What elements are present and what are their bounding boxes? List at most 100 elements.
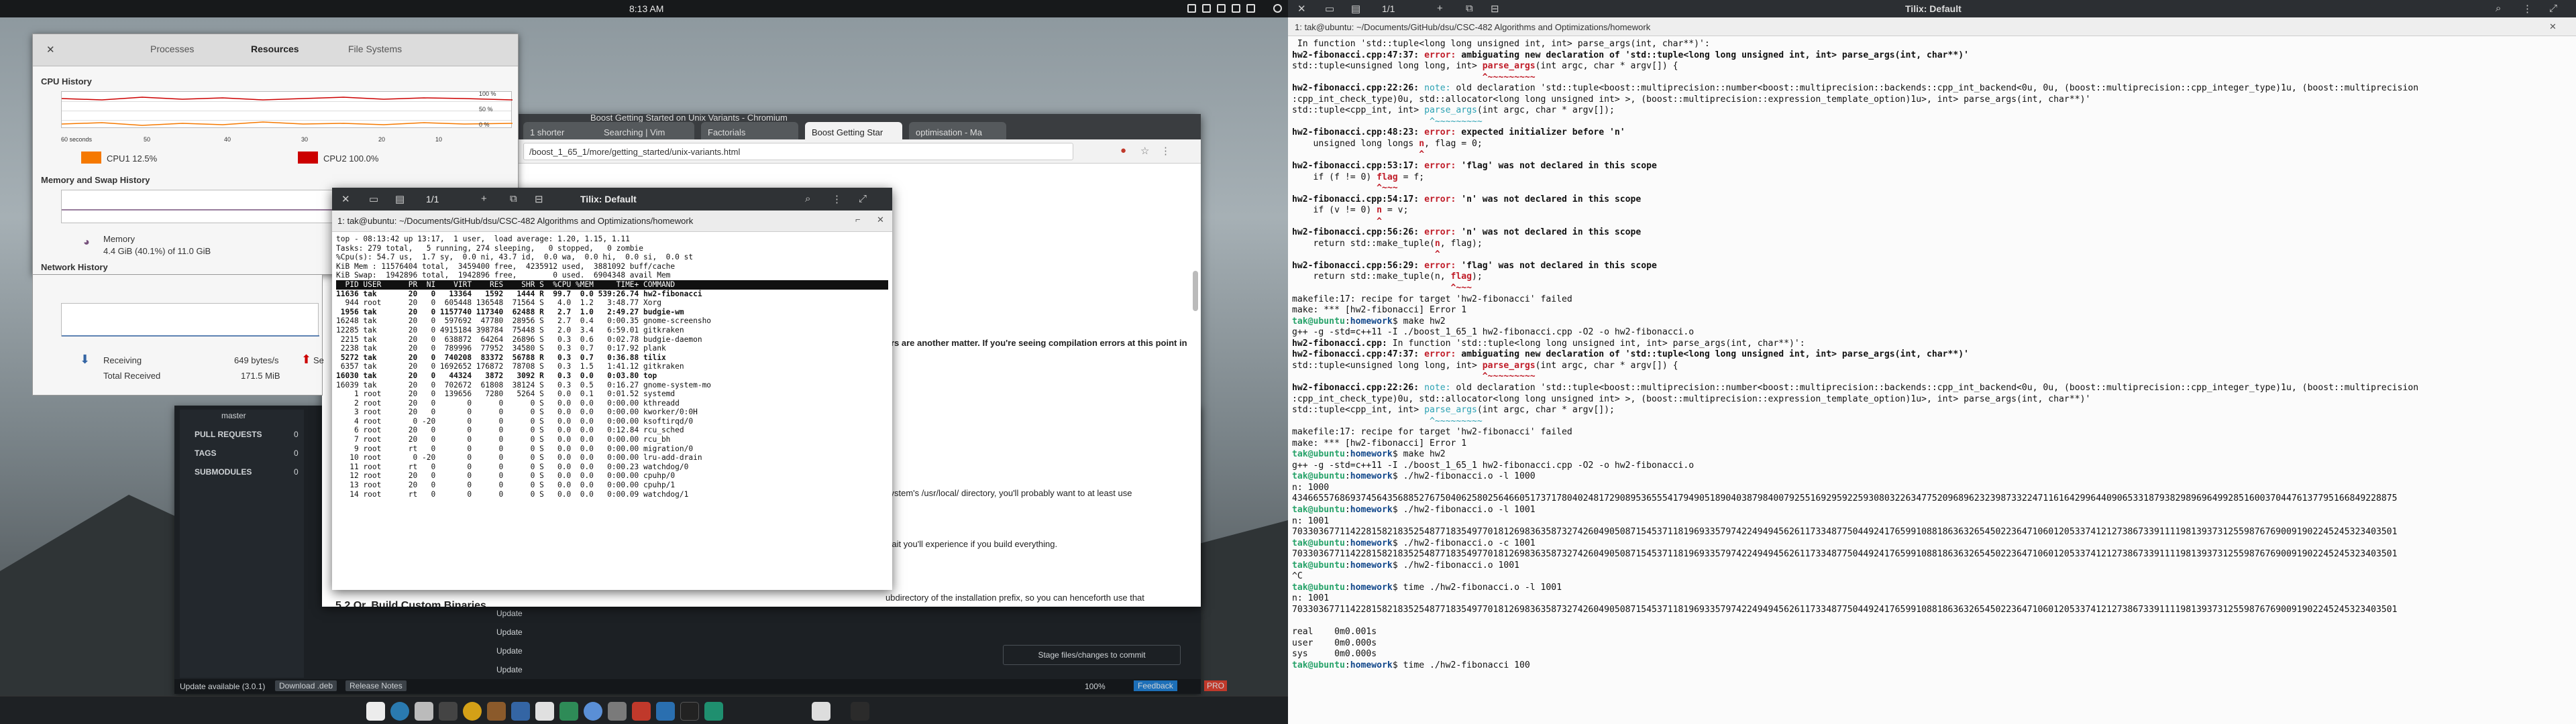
add-terminal-icon[interactable]: + [1437, 3, 1443, 14]
commit-row[interactable]: Update [496, 627, 523, 637]
terminal-text: (int argc, char * argv[]) { [1535, 360, 1678, 371]
writer-icon[interactable] [511, 702, 530, 721]
commit-row[interactable]: Update [496, 646, 523, 656]
doc-text: ors are another matter. If you're seeing… [885, 338, 1187, 348]
tray-icon[interactable] [1232, 4, 1240, 13]
memory-pie-icon[interactable]: ◕ [83, 237, 90, 249]
tilix-titlebar: ✕ ▭ ▤ 1/1 + ⧉ ⊟ Tilix: Default ⌕ ⋮ ⤢ [1288, 0, 2576, 17]
calc-icon[interactable] [559, 702, 578, 721]
session-counter[interactable]: 1/1 [1382, 3, 1395, 14]
system-monitor-icon[interactable] [851, 702, 869, 721]
section-heading: 5.2 Or, Build Custom Binaries [335, 600, 486, 607]
text-editor-icon[interactable] [535, 702, 554, 721]
terminal-output[interactable]: In function 'std::tuple<long long unsign… [1288, 38, 2576, 724]
top-bar: 8:13 AM [0, 0, 1288, 17]
top-summary-line: %Cpu(s): 54.7 us, 1.7 sy, 0.0 ni, 43.7 i… [336, 253, 694, 262]
feedback-button[interactable]: Feedback [1134, 680, 1177, 691]
top-output[interactable]: top - 08:13:42 up 13:17, 1 user, load av… [332, 232, 892, 590]
new-window-icon[interactable]: ▭ [1325, 3, 1334, 15]
commit-row[interactable]: Update [496, 665, 523, 674]
session-counter[interactable]: 1/1 [426, 194, 439, 204]
tray-icon[interactable] [1202, 4, 1211, 13]
release-notes-button[interactable]: Release Notes [345, 680, 407, 691]
fullscreen-icon[interactable]: ⤢ [2549, 3, 2557, 14]
page-scrollbar[interactable] [1193, 271, 1198, 311]
zoom-level[interactable]: 100% [1085, 682, 1106, 691]
tab-resources[interactable]: Resources [251, 44, 299, 54]
tab-processes[interactable]: Processes [150, 44, 194, 54]
files-icon[interactable] [415, 702, 433, 721]
settings-icon[interactable] [439, 702, 458, 721]
terminal-text: error: [1424, 227, 1462, 238]
pro-badge: PRO [1204, 680, 1228, 691]
terminal-text: hw2-fibonacci.cpp:56:29: [1292, 260, 1425, 271]
terminal-text: 'flag' was not declared in this scope [1461, 161, 1657, 172]
terminal-text: return std::make_tuple( [1292, 238, 1435, 249]
split-down-icon[interactable]: ⊟ [1491, 3, 1499, 15]
app-icon[interactable] [812, 702, 830, 721]
app-icon[interactable] [463, 702, 482, 721]
close-icon[interactable]: ✕ [877, 215, 884, 225]
downloads-icon[interactable] [390, 702, 409, 721]
download-button[interactable]: Download .deb [275, 680, 337, 691]
star-icon[interactable]: ☆ [1140, 145, 1149, 157]
url-input[interactable]: /boost_1_65_1/more/getting_started/unix-… [523, 143, 1073, 160]
gitkraken-icon[interactable] [704, 702, 723, 721]
split-down-icon[interactable]: ⊟ [535, 193, 543, 205]
vscode-icon[interactable] [656, 702, 675, 721]
fullscreen-icon[interactable]: ⤢ [859, 193, 867, 204]
tray-icon[interactable] [1217, 4, 1226, 13]
app-icon[interactable] [487, 702, 506, 721]
submodules[interactable]: SUBMODULES [195, 467, 252, 477]
close-icon[interactable]: ✕ [2549, 21, 2557, 32]
menu-icon[interactable]: ⋮ [1161, 145, 1171, 157]
maximize-icon[interactable]: ⌐ [855, 215, 861, 225]
process-row: 2215 tak 20 0 638872 64264 26896 S 0.3 0… [336, 335, 702, 344]
terminal-text: note: [1424, 382, 1456, 393]
terminal-text: parse_args [1424, 105, 1477, 116]
stage-button[interactable]: Stage files/changes to commit [1003, 645, 1181, 665]
clock[interactable]: 8:13 AM [629, 3, 663, 14]
trash-icon[interactable] [366, 702, 385, 721]
add-terminal-icon[interactable]: + [481, 193, 487, 204]
close-icon[interactable]: ✕ [1297, 3, 1306, 15]
terminal-text: n: 1001 [1292, 516, 1330, 526]
terminal-pathbar: 1: tak@ubuntu: ~/Documents/GitHub/dsu/CS… [332, 210, 892, 232]
terminal-text: 7033036771142281582183525487718354977018… [1292, 549, 2398, 560]
terminal-line: make: *** [hw2-fibonacci] Error 1 [1292, 438, 2572, 450]
tags[interactable]: TAGS [195, 448, 216, 458]
branch-name[interactable]: master [221, 411, 246, 420]
chromium-icon[interactable] [584, 702, 602, 721]
split-right-icon[interactable]: ⧉ [510, 193, 517, 204]
menu-icon[interactable]: ⋮ [2522, 3, 2532, 15]
process-row: 5272 tak 20 0 740208 83372 56788 R 0.3 0… [336, 353, 666, 362]
tray-icon[interactable] [1187, 4, 1196, 13]
top-summary-line: KiB Mem : 11576404 total, 3459400 free, … [336, 261, 676, 271]
terminal-text: n [1434, 238, 1440, 249]
terminal-text: unsigned long longs [1292, 138, 1419, 149]
split-right-icon[interactable]: ⧉ [1466, 3, 1473, 14]
terminal-path[interactable]: 1: tak@ubuntu: ~/Documents/GitHub/dsu/CS… [337, 216, 693, 226]
total-received-value: 171.5 MiB [241, 371, 280, 381]
pull-requests[interactable]: PULL REQUESTS [195, 430, 262, 439]
tray-icon[interactable] [1246, 4, 1255, 13]
search-icon[interactable]: ⌕ [805, 193, 810, 204]
adblock-icon[interactable]: ● [1120, 145, 1126, 156]
app-icon[interactable] [608, 702, 627, 721]
menu-icon[interactable]: ⋮ [832, 193, 842, 205]
tab-file-systems[interactable]: File Systems [348, 44, 402, 54]
new-window-icon[interactable]: ▭ [369, 193, 378, 205]
cpu2-color[interactable] [298, 152, 318, 164]
close-icon[interactable]: ✕ [341, 193, 350, 205]
terminal-icon[interactable] [680, 702, 699, 721]
power-icon[interactable] [1273, 4, 1282, 13]
terminal-text: :cpp_int_check_type)0u, std::allocator<l… [1292, 94, 2091, 105]
close-icon[interactable]: ✕ [46, 44, 55, 56]
cpu1-color[interactable] [81, 152, 101, 164]
app-icon[interactable] [632, 702, 651, 721]
sidebar-icon[interactable]: ▤ [395, 193, 405, 205]
sidebar-icon[interactable]: ▤ [1351, 3, 1360, 15]
commit-row[interactable]: Update [496, 609, 523, 618]
search-icon[interactable]: ⌕ [2496, 3, 2501, 14]
terminal-path[interactable]: 1: tak@ubuntu: ~/Documents/GitHub/dsu/CS… [1295, 22, 1650, 32]
